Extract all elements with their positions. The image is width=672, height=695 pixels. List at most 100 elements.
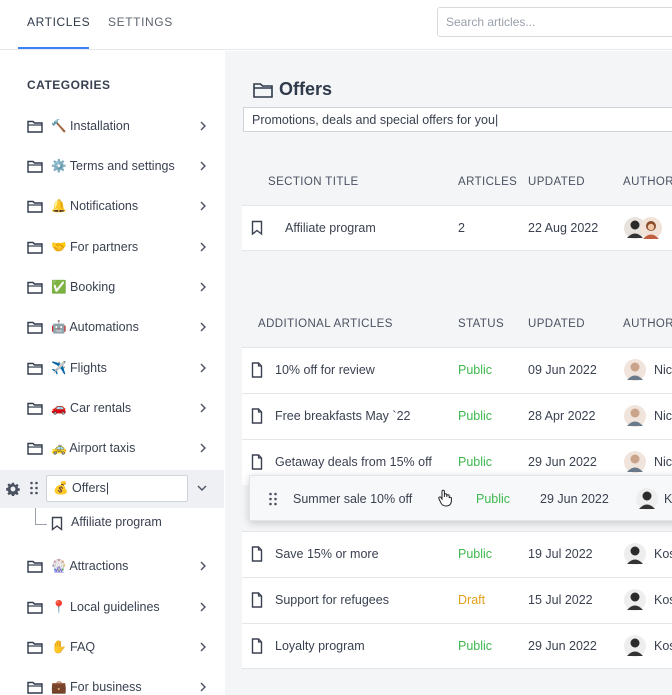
category-name-input[interactable]: 💰 Offers|: [46, 475, 188, 502]
folder-icon: [27, 681, 43, 694]
dragging-article-row[interactable]: Summer sale 10% off Public 29 Jun 2022 K: [249, 475, 672, 521]
article-title[interactable]: Summer sale 10% off: [293, 492, 412, 506]
category-label: 🔨 Installation: [51, 119, 130, 133]
top-bar: ARTICLES SETTINGS Search articles...: [0, 0, 672, 50]
sidebar-category-item[interactable]: ✅ Booking: [0, 272, 224, 304]
sidebar-category-item[interactable]: 🔨 Installation: [0, 111, 224, 143]
article-row[interactable]: 10% off for review Public 09 Jun 2022 Nic: [242, 347, 672, 393]
author-avatar-icon: [636, 488, 658, 510]
section-article-count: 2: [458, 221, 465, 235]
author-avatar-icon: [624, 405, 646, 427]
category-offers-editing[interactable]: 💰 Offers|: [0, 470, 224, 508]
article-row[interactable]: Save 15% or more Public 19 Jul 2022 Kos: [242, 531, 672, 577]
folder-icon: [27, 362, 43, 375]
chevron-right-icon[interactable]: [198, 441, 208, 455]
chevron-right-icon[interactable]: [198, 280, 208, 294]
column-header-author[interactable]: AUTHOR: [623, 318, 672, 330]
category-label: 📍 Local guidelines: [51, 600, 160, 614]
chevron-right-icon[interactable]: [198, 600, 208, 614]
article-updated: 29 Jun 2022: [528, 639, 597, 653]
folder-icon: [27, 241, 43, 254]
column-header-articles[interactable]: ARTICLES: [458, 176, 517, 188]
article-status: Draft: [458, 593, 486, 607]
chevron-right-icon[interactable]: [198, 199, 208, 213]
column-header-section-title[interactable]: SECTION TITLE: [268, 176, 359, 188]
bookmark-icon: [51, 516, 63, 531]
subcategory-affiliate-program[interactable]: Affiliate program: [0, 508, 224, 538]
folder-icon: [27, 321, 43, 334]
sidebar-category-item[interactable]: 🚗 Car rentals: [0, 393, 224, 425]
folder-icon: [27, 160, 43, 173]
article-row[interactable]: Loyalty program Public 29 Jun 2022 Kos: [242, 623, 672, 669]
sidebar-category-item[interactable]: ⚙️ Terms and settings: [0, 151, 224, 183]
article-title[interactable]: Loyalty program: [275, 639, 365, 653]
folder-icon: [27, 560, 43, 573]
drag-handle-icon[interactable]: [29, 481, 39, 495]
article-author-name: Kos: [654, 639, 672, 653]
section-row[interactable]: Affiliate program 2 22 Aug 2022: [242, 205, 672, 251]
article-updated: 29 Jun 2022: [540, 492, 609, 506]
tab-settings[interactable]: SETTINGS: [108, 15, 173, 29]
article-title[interactable]: Free breakfasts May `22: [275, 409, 410, 423]
chevron-down-icon[interactable]: [196, 483, 208, 493]
sidebar-category-item[interactable]: 💼 For business: [0, 672, 224, 695]
article-author-name: Nic: [654, 409, 672, 423]
article-title[interactable]: Save 15% or more: [275, 547, 379, 561]
category-label: 🤖 Automations: [51, 320, 139, 334]
sidebar-category-item[interactable]: 🎡 Attractions: [0, 551, 224, 583]
column-header-status[interactable]: STATUS: [458, 318, 504, 330]
article-title[interactable]: Getaway deals from 15% off: [275, 455, 432, 469]
section-title[interactable]: Affiliate program: [285, 221, 376, 235]
chevron-right-icon[interactable]: [198, 159, 208, 173]
column-header-updated[interactable]: UPDATED: [528, 318, 585, 330]
category-label: 🚗 Car rentals: [51, 401, 132, 415]
chevron-right-icon[interactable]: [198, 680, 208, 694]
author-avatar-icon: [640, 217, 662, 239]
article-author-name: Nic: [654, 455, 672, 469]
document-icon: [251, 408, 263, 424]
article-status: Public: [458, 639, 493, 653]
article-row[interactable]: Support for refugees Draft 15 Jul 2022 Kos: [242, 577, 672, 623]
chevron-right-icon[interactable]: [198, 119, 208, 133]
main-panel: Offers Promotions, deals and special off…: [225, 51, 672, 695]
column-header-updated[interactable]: UPDATED: [528, 176, 585, 188]
article-updated: 29 Jun 2022: [528, 455, 597, 469]
drag-handle-icon[interactable]: [268, 492, 278, 506]
sidebar-category-item[interactable]: 🔔 Notifications: [0, 191, 224, 223]
chevron-right-icon[interactable]: [198, 401, 208, 415]
gear-icon[interactable]: [6, 482, 20, 496]
description-input[interactable]: Promotions, deals and special offers for…: [243, 107, 672, 132]
article-title[interactable]: 10% off for review: [275, 363, 375, 377]
article-author-name: Nic: [654, 363, 672, 377]
category-label: 🤝 For partners: [51, 240, 139, 254]
folder-icon: [27, 442, 43, 455]
category-label: ⚙️ Terms and settings: [51, 159, 175, 173]
tab-articles[interactable]: ARTICLES: [27, 15, 90, 29]
column-header-authors[interactable]: AUTHORS: [623, 176, 672, 188]
column-header-additional-articles[interactable]: ADDITIONAL ARTICLES: [258, 318, 393, 330]
article-updated: 28 Apr 2022: [528, 409, 596, 423]
article-status: Public: [458, 363, 493, 377]
grab-cursor-icon: [438, 489, 452, 507]
active-tab-indicator: [18, 47, 89, 49]
section-updated: 22 Aug 2022: [528, 221, 599, 235]
article-title[interactable]: Support for refugees: [275, 593, 389, 607]
article-status: Public: [458, 409, 493, 423]
search-input[interactable]: Search articles...: [437, 7, 672, 37]
sidebar-category-item[interactable]: 📍 Local guidelines: [0, 592, 224, 624]
sidebar-category-item[interactable]: ✋ FAQ: [0, 632, 224, 664]
sidebar-category-item[interactable]: ✈️ Flights: [0, 353, 224, 385]
chevron-right-icon[interactable]: [198, 361, 208, 375]
sidebar-category-item[interactable]: 🤖 Automations: [0, 312, 224, 344]
categories-title: CATEGORIES: [27, 78, 111, 92]
sidebar-category-item[interactable]: 🚕 Airport taxis: [0, 433, 224, 465]
article-status: Public: [458, 547, 493, 561]
chevron-right-icon[interactable]: [198, 240, 208, 254]
article-row[interactable]: Free breakfasts May `22 Public 28 Apr 2022…: [242, 393, 672, 439]
chevron-right-icon[interactable]: [198, 559, 208, 573]
subcategory-label: Affiliate program: [71, 515, 162, 529]
folder-icon: [27, 402, 43, 415]
sidebar-category-item[interactable]: 🤝 For partners: [0, 232, 224, 264]
chevron-right-icon[interactable]: [198, 320, 208, 334]
chevron-right-icon[interactable]: [198, 640, 208, 654]
